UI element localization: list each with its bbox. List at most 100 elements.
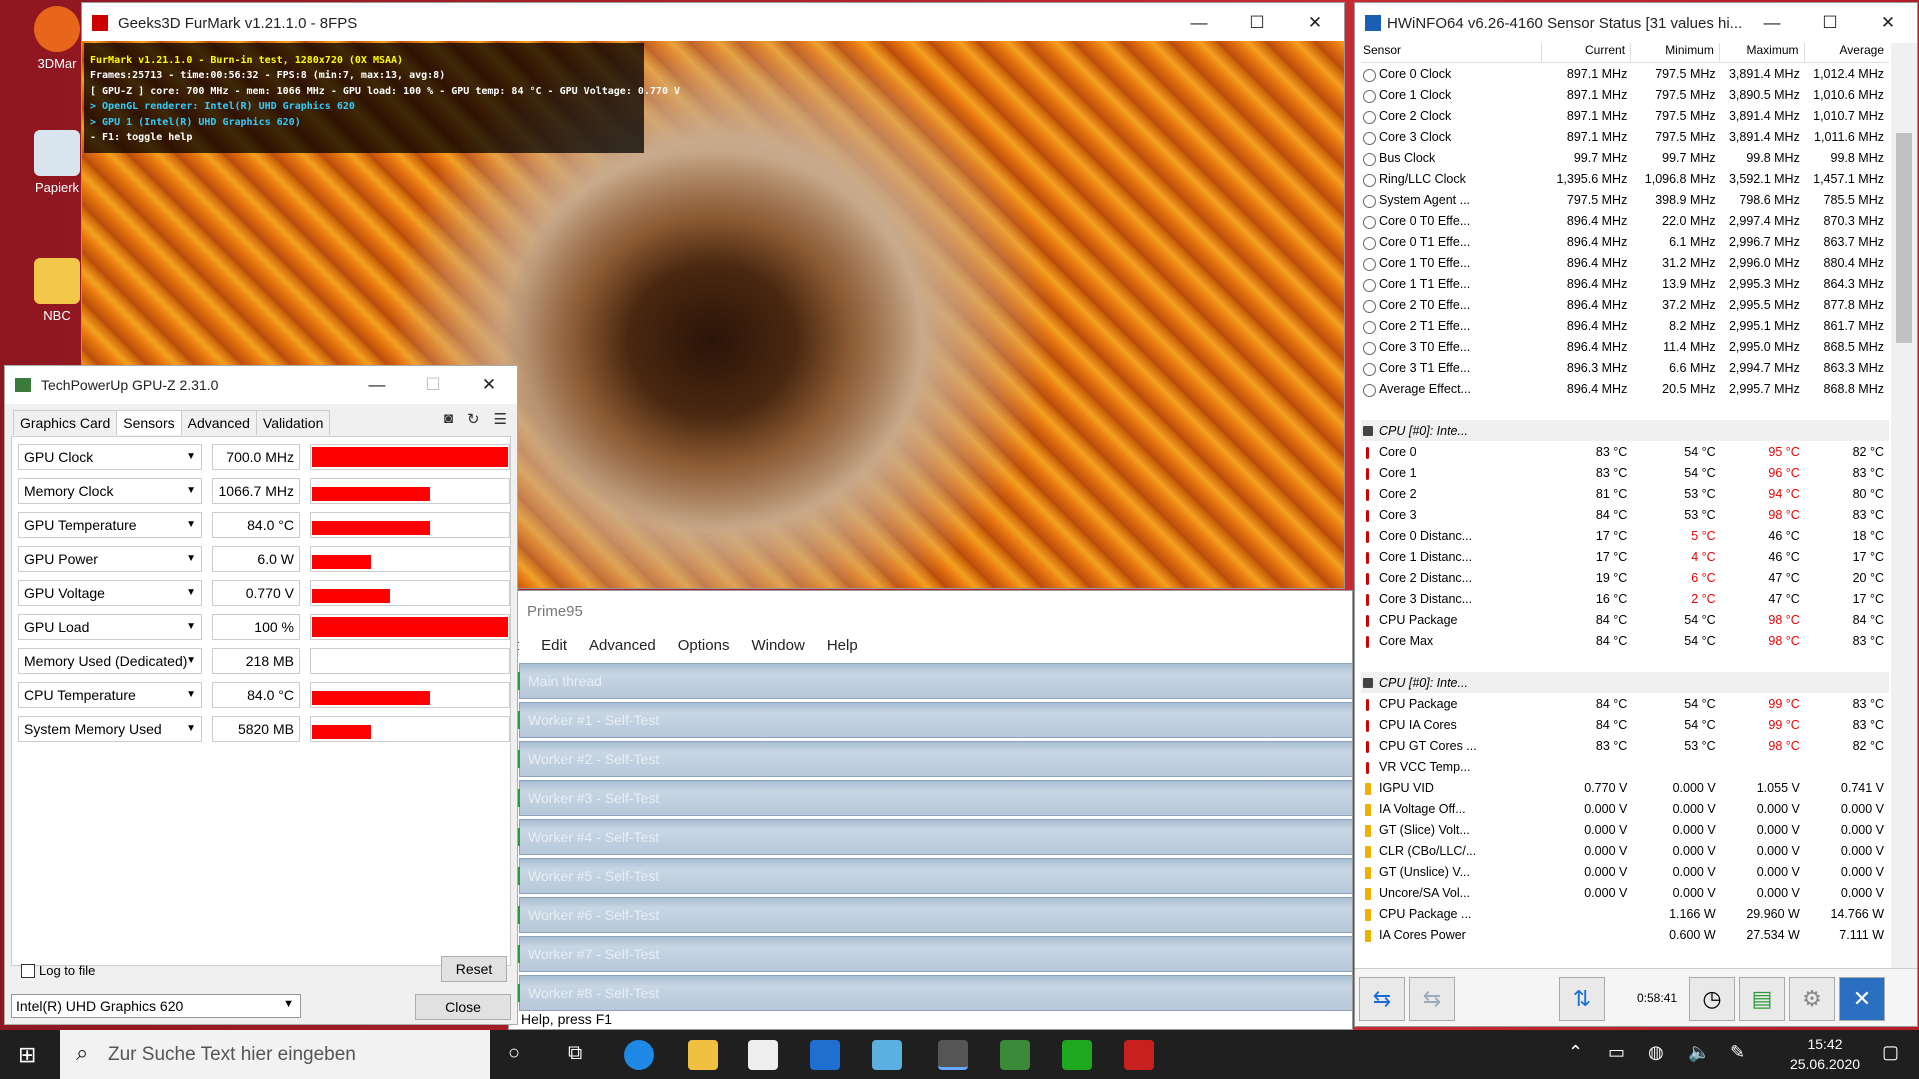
scrollbar[interactable] [1891,43,1917,969]
explorer-icon[interactable] [688,1040,718,1070]
sensor-row[interactable]: Core 3 84 °C 53 °C 98 °C 83 °C [1361,504,1889,525]
sensor-row[interactable]: CPU Package ... 1.166 W 29.960 W 14.766 W [1361,903,1889,924]
timeline-icon[interactable]: ⧉ [568,1042,582,1065]
sensor-row[interactable]: Uncore/SA Vol... 0.000 V 0.000 V 0.000 V 0.0… [1361,882,1889,903]
clock-date[interactable]: 25.06.2020 [1780,1056,1870,1072]
sensor-row[interactable]: CPU IA Cores 84 °C 54 °C 99 °C 83 °C [1361,714,1889,735]
network-icon[interactable]: ⇅ [1559,977,1605,1021]
furmark-taskbar-icon[interactable] [1124,1040,1154,1070]
sensor-row[interactable]: Average Effect... 896.4 MHz 20.5 MHz 2,995.… [1361,378,1889,399]
maximize-button[interactable]: ☐ [1228,3,1286,43]
sensor-row[interactable]: VR VCC Temp... [1361,756,1889,777]
gear-icon[interactable]: ⚙ [1789,977,1835,1021]
sensor-row[interactable]: Core 1 Clock 897.1 MHz 797.5 MHz 3,890.5 MH… [1361,84,1889,105]
worker-window[interactable]: Worker #8 - Self-Test [512,975,1352,1011]
sensor-row[interactable]: Core 1 Distanc... 17 °C 4 °C 46 °C 17 °C [1361,546,1889,567]
sensor-row[interactable]: CPU Package 84 °C 54 °C 98 °C 84 °C [1361,609,1889,630]
menu-options[interactable]: Options [678,637,730,654]
sensor-row[interactable]: Core 3 T1 Effe... 896.3 MHz 6.6 MHz 2,994.7… [1361,357,1889,378]
sensor-row[interactable]: Core 2 T0 Effe... 896.4 MHz 37.2 MHz 2,995.… [1361,294,1889,315]
windows-start-icon[interactable]: ⊞ [18,1042,36,1068]
gpuz-titlebar[interactable]: TechPowerUp GPU-Z 2.31.0 — ☐ ✕ [5,366,517,404]
report-icon[interactable]: ▤ [1739,977,1785,1021]
tab-validation[interactable]: Validation [255,410,331,435]
minimize-button[interactable]: — [1743,3,1801,43]
task-view-icon[interactable]: ○ [508,1042,520,1065]
worker-window[interactable]: Worker #4 - Self-Test [512,819,1352,855]
sensor-row[interactable]: Core 2 Distanc... 19 °C 6 °C 47 °C 20 °C [1361,567,1889,588]
sensor-row[interactable]: GT (Slice) Volt... 0.000 V 0.000 V 0.000 V 0… [1361,819,1889,840]
sensor-row[interactable]: Core Max 84 °C 54 °C 98 °C 83 °C [1361,630,1889,651]
sensor-row[interactable]: Core 1 T0 Effe... 896.4 MHz 31.2 MHz 2,996.… [1361,252,1889,273]
sensor-label-dropdown[interactable]: GPU Voltage ▼ [18,580,202,606]
sensor-row[interactable]: Core 2 Clock 897.1 MHz 797.5 MHz 3,891.4 MH… [1361,105,1889,126]
sensor-row[interactable]: System Agent ... 797.5 MHz 398.9 MHz 798.6 … [1361,189,1889,210]
close-button[interactable]: ✕ [461,366,517,404]
battery-icon[interactable]: ▭ [1608,1042,1625,1063]
sensor-row[interactable]: Core 0 83 °C 54 °C 95 °C 82 °C [1361,441,1889,462]
scrollbar-thumb[interactable] [1896,133,1912,343]
close-button[interactable]: ✕ [1859,3,1917,43]
close-button[interactable]: ✕ [1286,3,1344,43]
pen-icon[interactable]: ✎ [1730,1042,1745,1063]
sensor-row[interactable]: Core 2 81 °C 53 °C 94 °C 80 °C [1361,483,1889,504]
menu-help[interactable]: Help [827,637,858,654]
refresh-icon[interactable]: ↻ [467,410,480,428]
gpuz-window[interactable]: TechPowerUp GPU-Z 2.31.0 — ☐ ✕ Graphics Ca… [4,365,518,1025]
column-header[interactable]: Minimum [1631,43,1720,62]
sensor-label-dropdown[interactable]: Memory Clock ▼ [18,478,202,504]
furmark-titlebar[interactable]: Geeks3D FurMark v1.21.1.0 - 8FPS — ☐ ✕ [82,3,1344,43]
prime95-taskbar-icon[interactable] [1062,1040,1092,1070]
sensor-row[interactable]: Core 1 T1 Effe... 896.4 MHz 13.9 MHz 2,995.… [1361,273,1889,294]
sensor-row[interactable]: Core 0 Distanc... 17 °C 5 °C 46 °C 18 °C [1361,525,1889,546]
prime95-titlebar[interactable]: Prime95 [509,591,1352,631]
search-box[interactable]: ⌕ Zur Suche Text hier eingeben [60,1030,490,1079]
sensor-row[interactable]: IA Cores Power 0.600 W 27.534 W 7.111 W [1361,924,1889,945]
arrows-icon[interactable]: ⇆ [1359,977,1405,1021]
worker-window[interactable]: Main thread [512,663,1352,699]
minimize-button[interactable]: — [349,366,405,404]
sensor-row[interactable]: Ring/LLC Clock 1,395.6 MHz 1,096.8 MHz 3,59… [1361,168,1889,189]
worker-window[interactable]: Worker #5 - Self-Test [512,858,1352,894]
edge-icon[interactable] [624,1040,654,1070]
worker-window[interactable]: Worker #3 - Self-Test [512,780,1352,816]
close-button[interactable]: Close [415,994,511,1020]
sensor-label-dropdown[interactable]: Memory Used (Dedicated) ▼ [18,648,202,674]
minimize-button[interactable]: — [1170,3,1228,43]
sensor-label-dropdown[interactable]: GPU Load ▼ [18,614,202,640]
prime95-window[interactable]: Prime95 t Edit Advanced Options Window H… [508,590,1353,1030]
sensor-row[interactable]: CPU Package 84 °C 54 °C 99 °C 83 °C [1361,693,1889,714]
sensor-row[interactable]: IA Voltage Off... 0.000 V 0.000 V 0.000 V 0.… [1361,798,1889,819]
gpuz-taskbar-icon[interactable] [1000,1040,1030,1070]
tab-sensors[interactable]: Sensors [116,410,182,435]
worker-window[interactable]: Worker #1 - Self-Test [512,702,1352,738]
sensor-row[interactable]: Core 3 T0 Effe... 896.4 MHz 11.4 MHz 2,995.… [1361,336,1889,357]
tab-advanced[interactable]: Advanced [180,410,257,435]
sensor-row[interactable]: Bus Clock 99.7 MHz 99.7 MHz 99.8 MHz 99.8 MH… [1361,147,1889,168]
sensor-row[interactable]: Core 3 Clock 897.1 MHz 797.5 MHz 3,891.4 MH… [1361,126,1889,147]
column-header[interactable]: Maximum [1720,43,1805,62]
sensor-row[interactable] [1361,399,1889,420]
app-icon[interactable] [872,1040,902,1070]
notification-icon[interactable]: ▢ [1882,1042,1899,1063]
arrows-icon[interactable]: ⇆ [1409,977,1455,1021]
clock-icon[interactable]: ◷ [1689,977,1735,1021]
tab-graphics-card[interactable]: Graphics Card [13,410,118,435]
column-header[interactable]: Sensor [1361,43,1543,62]
sensor-label-dropdown[interactable]: GPU Clock ▼ [18,444,202,470]
menu-window[interactable]: Window [751,637,804,654]
log-checkbox[interactable] [21,964,35,978]
sensor-row[interactable]: Core 1 83 °C 54 °C 96 °C 83 °C [1361,462,1889,483]
worker-window[interactable]: Worker #6 - Self-Test [512,897,1352,933]
clock-time[interactable]: 15:42 [1780,1036,1870,1052]
column-header[interactable]: Current [1542,43,1632,62]
sensor-row[interactable]: CLR (CBo/LLC/... 0.000 V 0.000 V 0.000 V 0.0… [1361,840,1889,861]
sensor-row[interactable]: IGPU VID 0.770 V 0.000 V 1.055 V 0.741 V [1361,777,1889,798]
menu-icon[interactable]: ☰ [494,410,507,428]
store-icon[interactable] [748,1040,778,1070]
camera-icon[interactable]: ◙ [444,410,453,428]
network-icon[interactable]: ◍ [1648,1042,1664,1063]
sensor-label-dropdown[interactable]: GPU Power ▼ [18,546,202,572]
close-icon[interactable]: ✕ [1839,977,1885,1021]
sensor-row[interactable]: CPU [#0]: Inte... [1361,672,1889,693]
